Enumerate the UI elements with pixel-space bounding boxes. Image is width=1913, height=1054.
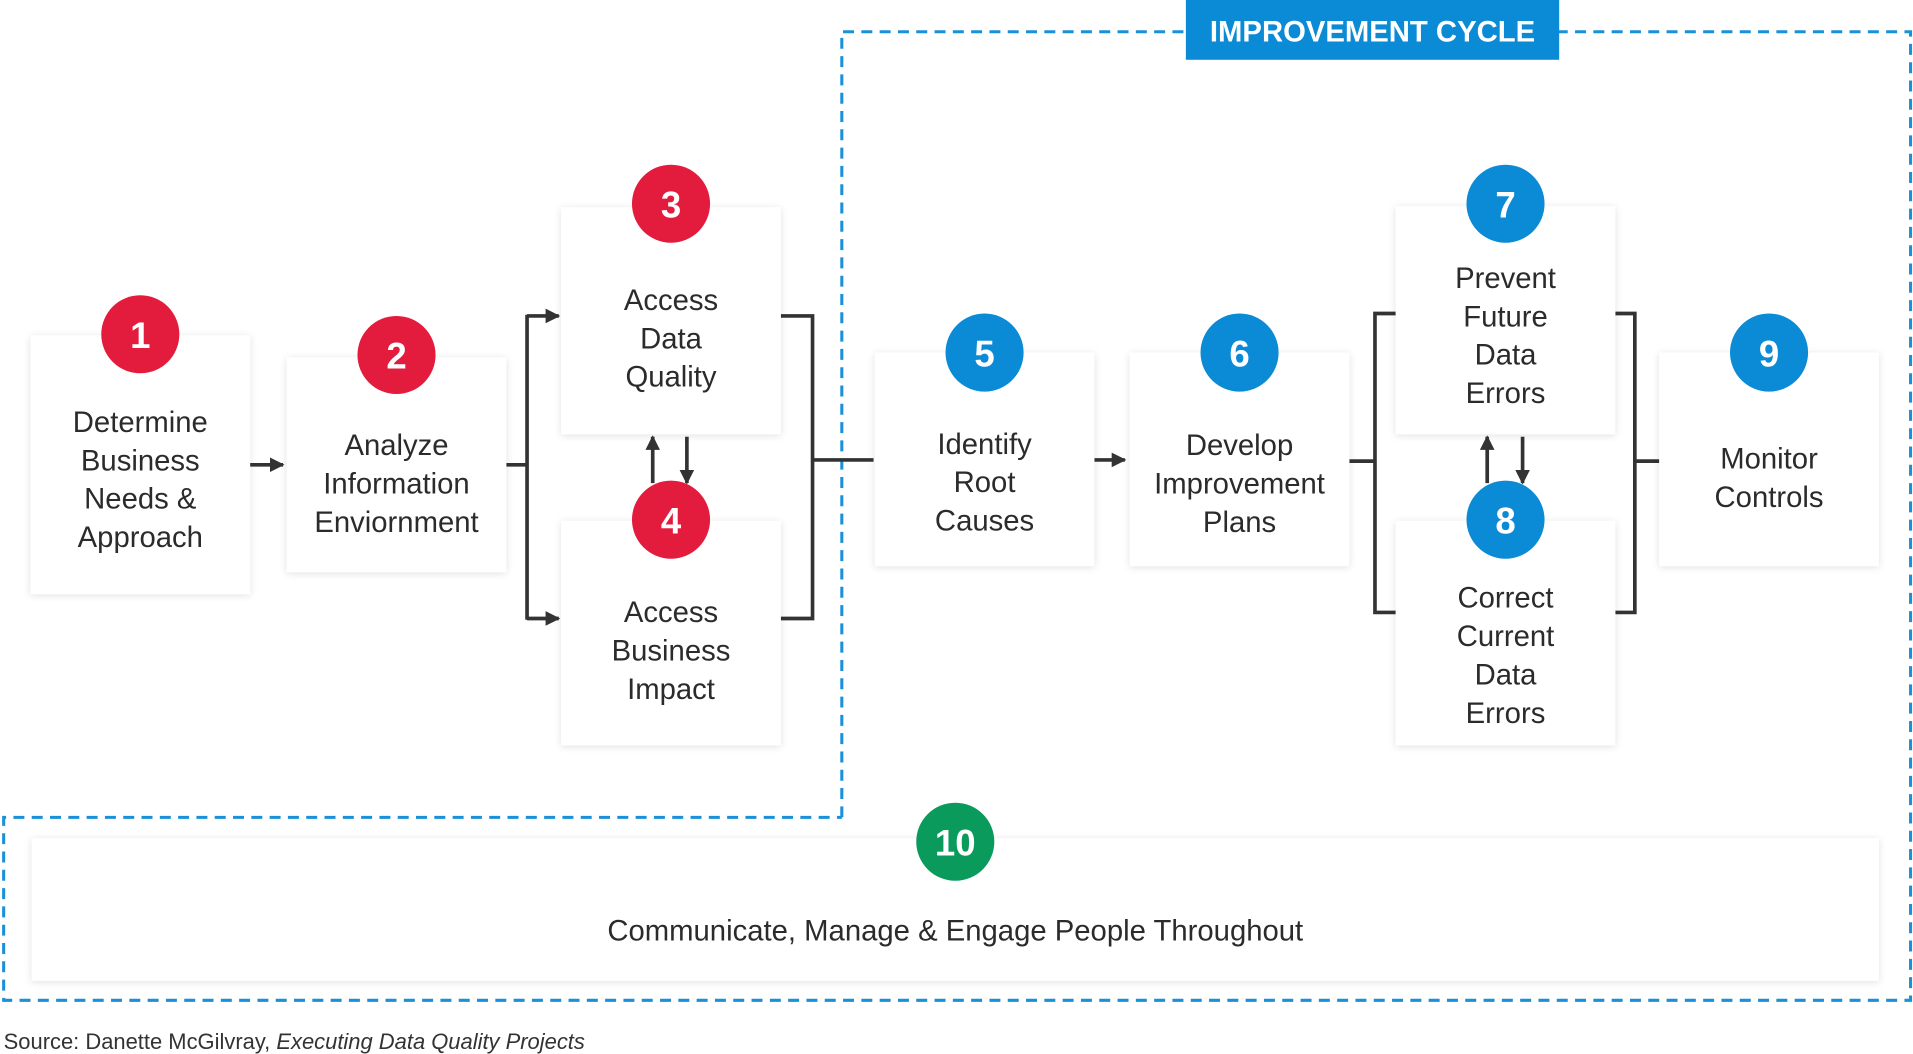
improvement-cycle-label: IMPROVEMENT CYCLE — [1210, 16, 1535, 48]
step-label-line: Improvement — [1154, 468, 1325, 500]
step-label-line: Business — [81, 445, 200, 477]
step-label-line: Access — [624, 597, 718, 629]
step-number: 5 — [974, 333, 994, 374]
step-number: 7 — [1495, 184, 1515, 225]
step-label-line: Controls — [1715, 482, 1824, 514]
step-label-line: Errors — [1466, 378, 1546, 410]
step-number: 1 — [130, 315, 150, 356]
step-number: 8 — [1495, 500, 1515, 541]
step-9: Monitor Controls 9 — [1659, 313, 1879, 567]
step-label-line: Errors — [1466, 698, 1546, 730]
step-label-line: Develop — [1186, 430, 1293, 462]
step-4: Access Business Impact 4 — [561, 480, 781, 746]
step-5: Identify Root Causes 5 — [874, 313, 1095, 567]
step-label-line: Enviornment — [314, 507, 478, 539]
source-citation: Source: Danette McGilvray, Executing Dat… — [4, 1029, 585, 1054]
step-2: Analyze Information Enviornment 2 — [286, 315, 507, 573]
step-label-line: Prevent — [1455, 263, 1556, 295]
step-label-line: Information — [323, 468, 469, 500]
step-7: Prevent Future Data Errors 7 — [1395, 164, 1616, 435]
data-quality-diagram: IMPROVEMENT CYCLE Determine Business Needs… — [2, 0, 1913, 1054]
step-6: Develop Improvement Plans 6 — [1129, 313, 1350, 567]
step-label-line: Identify — [937, 429, 1032, 461]
step-number: 3 — [661, 184, 681, 225]
step-label-line: Needs & — [84, 484, 197, 516]
step-label-line: Correct — [1458, 583, 1554, 615]
step-number: 9 — [1759, 333, 1779, 374]
step-label-line: Causes — [935, 506, 1034, 538]
step-label-line: Quality — [625, 362, 716, 394]
step-label-line: Current — [1457, 621, 1555, 653]
step-label-line: Root — [954, 467, 1016, 499]
step-label-line: Monitor — [1720, 443, 1818, 475]
step-number: 10 — [935, 822, 976, 863]
step-label-line: Determine — [73, 407, 208, 439]
step-label-line: Access — [624, 285, 718, 317]
step-3: Access Data Quality 3 — [561, 164, 781, 435]
step-label-line: Communicate, Manage & Engage People Thro… — [607, 916, 1303, 948]
step-label-line: Impact — [627, 674, 715, 706]
step-10: Communicate, Manage & Engage People Thro… — [31, 802, 1879, 981]
step-label-line: Plans — [1203, 507, 1276, 539]
step-number: 2 — [386, 336, 406, 377]
step-number: 4 — [661, 500, 682, 541]
step-8: Correct Current Data Errors 8 — [1395, 480, 1616, 746]
step-label-line: Data — [1475, 659, 1538, 691]
step-label-line: Approach — [78, 522, 203, 554]
step-label-line: Analyze — [344, 430, 448, 462]
step-label-line: Future — [1463, 301, 1548, 333]
step-label-line: Data — [1475, 340, 1538, 372]
step-1: Determine Business Needs & Approach 1 — [30, 295, 251, 595]
step-number: 6 — [1229, 333, 1249, 374]
step-label-line: Data — [640, 323, 703, 355]
step-label-line: Business — [612, 636, 731, 668]
